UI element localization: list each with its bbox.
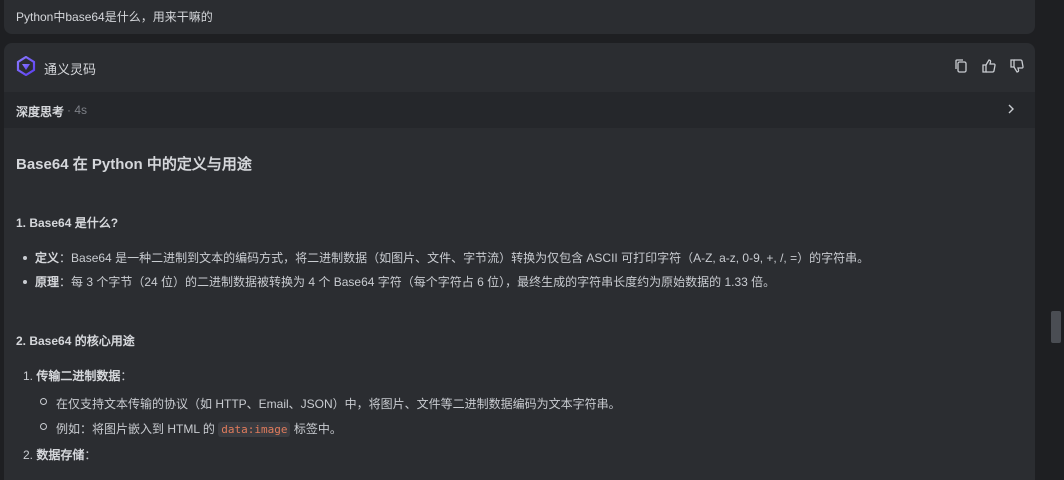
section-heading-uses: 2. Base64 的核心用途 <box>16 334 135 348</box>
list-item-principle: 原理：每 3 个字节（24 位）的二进制数据被转换为 4 个 Base64 字符… <box>35 275 776 289</box>
section-heading-what: 1. Base64 是什么? <box>16 216 119 230</box>
assistant-response-panel: 通义灵码 深度思考 · 4s Base64 在 Python 中的定义与用途 1… <box>4 43 1035 480</box>
tongyi-logo-icon <box>16 56 36 76</box>
scrollbar-thumb[interactable] <box>1051 311 1061 343</box>
assistant-header: 通义灵码 <box>4 43 1035 91</box>
thumbs-down-icon[interactable] <box>1009 58 1025 74</box>
sub-item-example: 例如：将图片嵌入到 HTML 的 data:image 标签中。 <box>56 422 342 437</box>
copy-icon[interactable] <box>953 58 969 74</box>
thumbs-up-icon[interactable] <box>981 58 997 74</box>
inline-code: data:image <box>218 422 291 437</box>
numbered-item-storage: 2. 数据存储： <box>23 448 97 462</box>
sub-item-protocols: 在仅支持文本传输的协议（如 HTTP、Email、JSON）中，将图片、文件等二… <box>56 397 621 411</box>
deep-thinking-label: 深度思考 <box>16 105 65 119</box>
answer-title: Base64 在 Python 中的定义与用途 <box>16 156 252 173</box>
numbered-item-transfer: 1. 传输二进制数据： <box>23 369 133 383</box>
sub-bullet-circle <box>40 423 47 430</box>
list-item-definition: 定义：Base64 是一种二进制到文本的编码方式，将二进制数据（如图片、文件、字… <box>35 251 870 265</box>
bullet-dot <box>23 280 27 284</box>
bullet-dot <box>23 256 27 260</box>
chevron-right-icon <box>1008 104 1014 114</box>
sub-bullet-circle <box>40 398 47 405</box>
user-message-bubble: Python中base64是什么，用来干嘛的 <box>4 0 1035 34</box>
assistant-name: 通义灵码 <box>44 62 97 77</box>
user-message-text: Python中base64是什么，用来干嘛的 <box>16 10 213 24</box>
message-actions <box>953 58 1025 74</box>
deep-thinking-toggle[interactable]: 深度思考 · 4s <box>4 92 1035 128</box>
scrollbar-track[interactable] <box>1049 0 1064 480</box>
thinking-duration: · 4s <box>67 103 88 117</box>
